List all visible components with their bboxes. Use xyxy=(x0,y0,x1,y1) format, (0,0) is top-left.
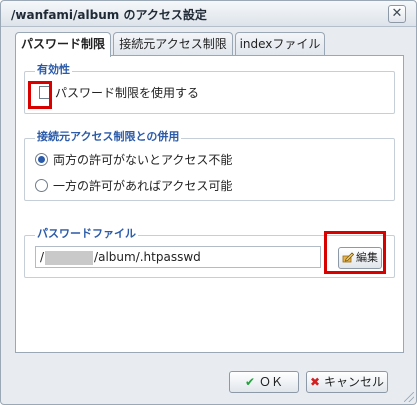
dialog-title: /wanfami/album のアクセス設定 xyxy=(11,8,207,22)
password-file-path: / /album/.htpasswd xyxy=(40,250,201,265)
password-file-path-field[interactable]: / /album/.htpasswd xyxy=(35,246,321,268)
validity-group: 有効性 パスワード制限を使用する xyxy=(24,63,395,114)
checkbox-highlight-box xyxy=(28,81,52,109)
password-file-legend: パスワードファイル xyxy=(35,227,138,241)
close-button[interactable]: ✕ xyxy=(388,5,406,23)
tab-panel-password-restriction: 有効性 パスワード制限を使用する 接続元アクセス制限との併用 両方の許可がないと… xyxy=(15,55,404,353)
tab-label: indexファイル xyxy=(239,37,321,51)
validity-legend: 有効性 xyxy=(35,63,72,77)
use-password-restriction-label: パスワード制限を使用する xyxy=(55,86,200,100)
radio-both-required[interactable] xyxy=(35,153,48,166)
tab-index-file[interactable]: indexファイル xyxy=(235,32,325,56)
resize-grip[interactable] xyxy=(404,392,414,402)
cancel-button[interactable]: ✖ キャンセル xyxy=(306,371,388,393)
check-icon: ✔ xyxy=(244,375,256,389)
tab-label: 接続元アクセス制限 xyxy=(119,37,227,51)
cross-icon: ✖ xyxy=(309,375,321,389)
ok-label: ＯＫ xyxy=(259,375,284,389)
redacted-segment xyxy=(45,250,94,265)
edit-button-highlight-box xyxy=(324,231,386,274)
tab-password-restriction[interactable]: パスワード制限 xyxy=(15,32,111,57)
radio-both-required-label: 両方の許可がないとアクセス不能 xyxy=(53,153,233,167)
radio-either-allowed-label: 一方の許可があればアクセス可能 xyxy=(53,179,233,193)
ok-button[interactable]: ✔ ＯＫ xyxy=(229,371,299,393)
path-suffix: /album/.htpasswd xyxy=(94,250,201,264)
combined-restriction-group: 接続元アクセス制限との併用 両方の許可がないとアクセス不能 一方の許可があればア… xyxy=(24,130,395,201)
close-icon: ✕ xyxy=(391,6,403,21)
tab-label: パスワード制限 xyxy=(20,37,105,51)
dialog-titlebar: /wanfami/album のアクセス設定 ✕ xyxy=(1,1,416,27)
tab-source-access-restriction[interactable]: 接続元アクセス制限 xyxy=(113,32,233,56)
cancel-label: キャンセル xyxy=(324,375,385,389)
path-prefix: / xyxy=(40,250,45,264)
radio-either-allowed[interactable] xyxy=(35,179,48,192)
combined-restriction-legend: 接続元アクセス制限との併用 xyxy=(35,130,182,144)
access-settings-dialog: /wanfami/album のアクセス設定 ✕ パスワード制限 接続元アクセス… xyxy=(0,0,417,405)
